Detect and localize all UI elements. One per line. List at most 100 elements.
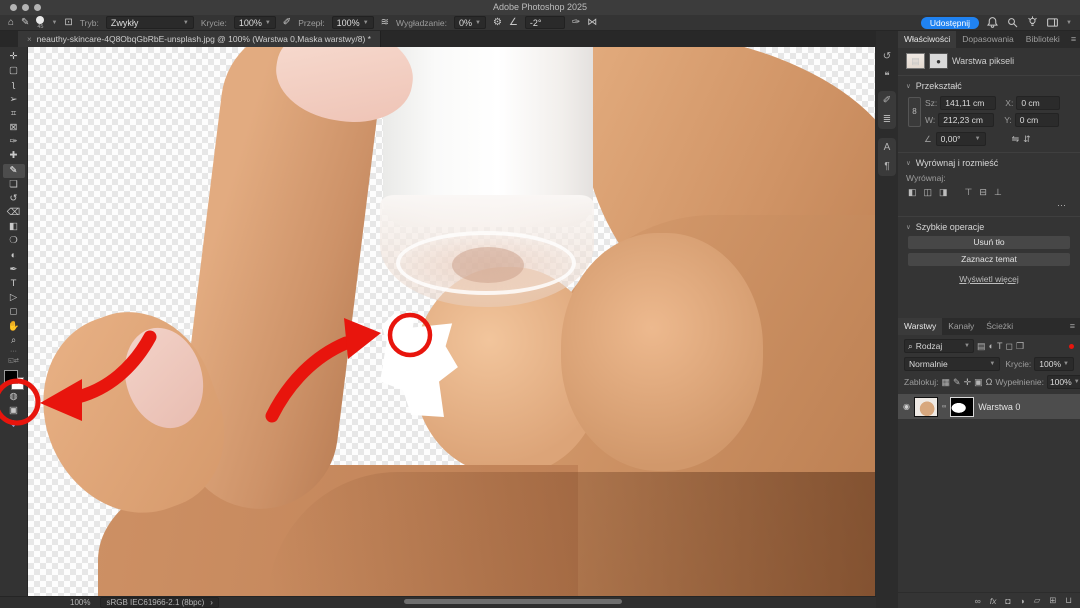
edit-toolbar-icon[interactable]: ❖	[3, 418, 25, 432]
opacity-pressure-icon[interactable]: ✐	[283, 18, 291, 28]
tool-clone-stamp[interactable]: ❏	[3, 178, 25, 192]
tab-adjustments[interactable]: Dopasowania	[956, 31, 1020, 48]
tool-object-selection[interactable]: ➢	[3, 93, 25, 107]
panel-menu-icon[interactable]: ≡	[1065, 318, 1080, 335]
airbrush-icon[interactable]: ≋	[381, 18, 389, 28]
brush-preset-picker[interactable]: 45	[36, 16, 44, 30]
rotate-angle-dropdown[interactable]: 0,00° ▼	[936, 132, 986, 146]
tool-hand[interactable]: ✋	[3, 320, 25, 334]
adjustment-layer-icon[interactable]: ◑	[1020, 596, 1025, 606]
constrain-proportions-link-icon[interactable]: 8	[908, 97, 921, 127]
layer-name[interactable]: Warstwa 0	[978, 402, 1020, 412]
zoom-level[interactable]: 100%	[70, 598, 90, 607]
view-more-link[interactable]: Wyświetl więcej	[898, 274, 1080, 284]
symmetry-icon[interactable]: ⋈	[587, 18, 597, 28]
layer-mask-link-icon[interactable]: ∞	[942, 404, 946, 410]
align-section-header[interactable]: ∨ Wyrównaj i rozmieść	[906, 158, 1072, 168]
filter-smart-objects-icon[interactable]: ❒	[1016, 341, 1024, 352]
quick-actions-header[interactable]: ∨ Szybkie operacje	[906, 222, 1072, 232]
smoothing-settings-gear-icon[interactable]: ⚙	[493, 18, 502, 28]
comments-icon[interactable]: ❝	[884, 71, 889, 82]
discover-lightbulb-icon[interactable]	[1026, 16, 1039, 29]
tool-lasso[interactable]: ʅ	[3, 78, 25, 92]
layer-mask-icon[interactable]: ●	[929, 53, 948, 69]
tool-path-selection[interactable]: ▷	[3, 291, 25, 305]
tool-pen[interactable]: ✒	[3, 263, 25, 277]
color-profile-field[interactable]: sRGB IEC61966-2.1 (8bpc) ›	[100, 597, 219, 608]
color-swatches[interactable]	[4, 368, 24, 390]
link-layers-icon[interactable]: ∞	[975, 596, 981, 606]
layer-filter-toggle[interactable]	[1069, 344, 1074, 349]
layer-row-warstwa-0[interactable]: ◉ ∞ Warstwa 0	[898, 394, 1080, 419]
swatch-mini-icons[interactable]: ◱⇄	[8, 358, 19, 365]
lock-pixels-icon[interactable]: ✎	[953, 377, 961, 388]
align-left-icon[interactable]: ◧	[908, 187, 917, 198]
home-icon[interactable]: ⌂	[8, 18, 14, 28]
layer-opacity-dropdown[interactable]: 100% ▼	[1034, 357, 1074, 371]
align-bottom-icon[interactable]: ⊥	[994, 187, 1002, 198]
document-canvas[interactable]	[28, 47, 875, 596]
add-layer-mask-icon[interactable]: ◘	[1005, 596, 1010, 606]
layer-visibility-eye-icon[interactable]: ◉	[903, 402, 910, 411]
panel-menu-icon[interactable]: ≡	[1066, 31, 1080, 48]
adjustments-sliders-icon[interactable]: ≣	[883, 114, 891, 125]
tab-properties[interactable]: Właściwości	[898, 31, 956, 48]
smoothing-dropdown[interactable]: 0% ▼	[454, 16, 486, 29]
transform-section-header[interactable]: ∨ Przekształć	[906, 81, 1072, 91]
x-field[interactable]: 0 cm	[1016, 96, 1060, 110]
tool-move[interactable]: ✛	[3, 50, 25, 64]
opacity-dropdown[interactable]: 100% ▼	[234, 16, 276, 29]
tool-marquee[interactable]: ▢	[3, 64, 25, 78]
tool-eraser[interactable]: ⌫	[3, 206, 25, 220]
align-top-icon[interactable]: ⊤	[965, 187, 973, 198]
new-layer-icon[interactable]: ⊞	[1049, 595, 1056, 606]
tool-eyedropper[interactable]: ✑	[3, 135, 25, 149]
paragraph-panel-icon[interactable]: ¶	[884, 161, 889, 172]
layer-filter-kind-dropdown[interactable]: ⌕ Rodzaj ▼	[904, 339, 974, 353]
lock-transparency-icon[interactable]: ▦	[942, 377, 951, 388]
foreground-color-swatch[interactable]	[4, 370, 18, 384]
tab-libraries[interactable]: Biblioteki	[1020, 31, 1066, 48]
filter-adjustment-layers-icon[interactable]: ◐	[989, 341, 994, 351]
layer-mask-thumbnail[interactable]	[950, 397, 974, 417]
blend-mode-dropdown[interactable]: Zwykły ▼	[106, 16, 194, 29]
height-field[interactable]: 212,23 cm	[938, 113, 994, 127]
y-field[interactable]: 0 cm	[1015, 113, 1059, 127]
notifications-bell-icon[interactable]	[986, 16, 999, 29]
document-tab[interactable]: × neauthy-skincare-4Q8ObqGbRbE-unsplash.…	[18, 31, 381, 47]
layer-thumbnail-icon[interactable]: ▤	[906, 53, 925, 69]
width-field[interactable]: 141,11 cm	[940, 96, 996, 110]
workspace-switcher-icon[interactable]	[1046, 16, 1059, 29]
brush-settings-icon[interactable]: ✐	[883, 95, 891, 106]
flow-dropdown[interactable]: 100% ▼	[332, 16, 374, 29]
screen-mode-toggle[interactable]: ▣	[3, 404, 25, 418]
tab-paths[interactable]: Ścieżki	[980, 318, 1019, 335]
tool-history-brush[interactable]: ↺	[3, 192, 25, 206]
tool-type[interactable]: T	[3, 277, 25, 291]
quick-mask-toggle[interactable]: ◍	[3, 390, 25, 404]
character-panel-icon[interactable]: A	[884, 142, 891, 153]
brush-tool-preset-icon[interactable]: ✎	[21, 18, 29, 28]
tool-blur[interactable]: ❍	[3, 234, 25, 248]
size-pressure-icon[interactable]: ✑	[572, 18, 580, 28]
more-tools-ellipsis[interactable]: ···	[3, 348, 25, 358]
brush-settings-panel-toggle[interactable]: ⊡	[64, 18, 72, 28]
filter-pixel-layers-icon[interactable]: ▤	[977, 341, 986, 352]
tab-close-icon[interactable]: ×	[27, 35, 32, 44]
tool-zoom[interactable]: ⌕	[3, 334, 25, 348]
layer-style-fx-icon[interactable]: fx	[990, 596, 997, 606]
tool-dodge[interactable]: ◐	[3, 249, 25, 263]
align-middle-icon[interactable]: ⊟	[979, 187, 987, 198]
filter-shape-layers-icon[interactable]: ◻	[1005, 341, 1012, 352]
layer-thumbnail[interactable]	[914, 397, 938, 417]
remove-background-button[interactable]: Usuń tło	[908, 236, 1070, 249]
tool-gradient[interactable]: ◧	[3, 220, 25, 234]
tool-frame[interactable]: ⊠	[3, 121, 25, 135]
flip-vertical-icon[interactable]: ⇵	[1023, 134, 1031, 145]
lock-position-icon[interactable]: ✛	[964, 377, 972, 388]
history-icon[interactable]: ↺	[883, 51, 891, 62]
lock-artboard-icon[interactable]: ▣	[974, 377, 983, 388]
tool-brush[interactable]: ✎	[3, 164, 25, 178]
align-right-icon[interactable]: ◨	[939, 187, 948, 198]
tab-channels[interactable]: Kanały	[942, 318, 980, 335]
